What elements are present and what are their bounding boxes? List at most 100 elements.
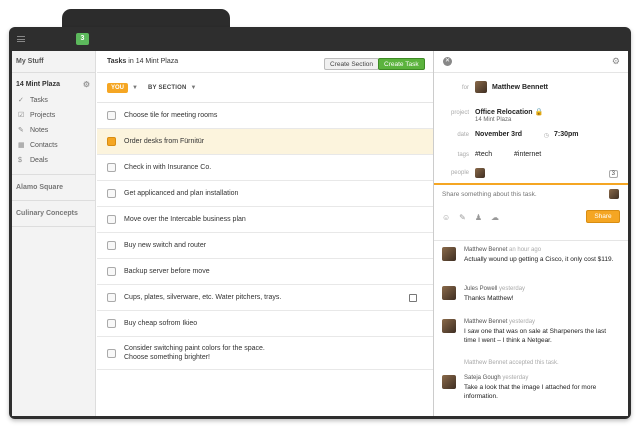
task-label: Move over the Intercable business plan [124, 216, 246, 223]
sidebar-item-label: Deals [30, 157, 48, 164]
emoticon-icon[interactable]: ☺ [442, 213, 450, 222]
people-label: people [450, 170, 469, 176]
task-row[interactable]: Move over the Intercable business plan [97, 207, 433, 233]
task-panel: Tasks in 14 Mint Plaza Create Section Cr… [97, 51, 433, 416]
project-label: project [450, 110, 469, 116]
task-row[interactable]: Get applicanced and plan installation [97, 181, 433, 207]
sidebar-item-deals[interactable]: $ Deals [12, 153, 95, 168]
chevron-down-icon[interactable]: ▼ [191, 85, 197, 91]
notification-badge[interactable]: 3 [76, 33, 89, 45]
group-by-filter[interactable]: BY SECTION [148, 85, 187, 91]
note-icon[interactable] [409, 294, 417, 302]
task-checkbox[interactable] [107, 189, 116, 198]
task-label: Buy cheap sofrom Ikieo [124, 320, 198, 327]
attachment-toolbar: ☺ ✎ ♟ ☁ [442, 213, 499, 222]
task-label: Order desks from Fürnitür [124, 138, 205, 145]
task-row[interactable]: Backup server before move [97, 259, 433, 285]
sidebar-my-stuff[interactable]: My Stuff [12, 51, 95, 73]
task-label: Consider switching paint colors for the … [124, 345, 265, 361]
dollar-icon: $ [18, 157, 22, 164]
date-value[interactable]: November 3rd [475, 131, 522, 138]
task-checkbox[interactable] [107, 293, 116, 302]
app-content: My Stuff 14 Mint Plaza ⚙ ✓ Tasks ☑ Proje… [12, 51, 628, 416]
task-detail-panel: ✕ ⚙ for Matthew Bennett project Office R… [433, 51, 628, 416]
task-label: Backup server before move [124, 268, 210, 275]
task-label: Choose tile for meeting rooms [124, 112, 218, 119]
top-bar: 3 [9, 27, 631, 51]
task-row[interactable]: Cups, plates, silverware, etc. Water pit… [97, 285, 433, 311]
task-checkbox[interactable] [107, 241, 116, 250]
avatar [609, 189, 619, 199]
avatar [442, 247, 456, 261]
time-value[interactable]: 7:30pm [554, 131, 579, 138]
people-count-badge[interactable]: 3 [608, 170, 618, 178]
sidebar-item-label: Projects [30, 112, 56, 119]
task-panel-header: Tasks in 14 Mint Plaza Create Section Cr… [97, 51, 433, 73]
chevron-down-icon[interactable]: ▼ [132, 85, 138, 91]
avatar [475, 168, 485, 178]
clock-icon: ◷ [543, 133, 549, 139]
sidebar-group-alamo-square[interactable]: Alamo Square [12, 175, 95, 201]
share-button[interactable]: Share [586, 210, 620, 223]
task-checkbox[interactable] [107, 319, 116, 328]
gear-icon[interactable]: ⚙ [612, 56, 620, 67]
menu-icon[interactable] [17, 36, 25, 42]
close-icon[interactable]: ✕ [443, 57, 452, 66]
task-row[interactable]: Buy cheap sofrom Ikieo [97, 311, 433, 337]
sidebar-item-notes[interactable]: ✎ Notes [12, 123, 95, 138]
paperclip-icon[interactable]: ✎ [459, 213, 466, 222]
create-task-button[interactable]: Create Task [378, 58, 425, 70]
tag[interactable]: #internet [514, 151, 541, 158]
date-label: date [457, 132, 469, 138]
assignee-name[interactable]: Matthew Bennett [492, 84, 548, 91]
sidebar-project[interactable]: 14 Mint Plaza ⚙ [12, 77, 95, 93]
task-checkbox[interactable] [107, 111, 116, 120]
sidebar-item-projects[interactable]: ☑ Projects [12, 108, 95, 123]
task-checkbox[interactable] [107, 348, 116, 358]
task-row[interactable]: Choose tile for meeting rooms [97, 103, 433, 129]
sidebar-item-label: Notes [30, 127, 49, 134]
task-checkbox[interactable] [107, 137, 116, 146]
contacts-icon: ▦ [18, 142, 25, 149]
page-title-project: in 14 Mint Plaza [128, 58, 179, 65]
gear-icon[interactable]: ⚙ [83, 77, 90, 93]
page-title-label: Tasks [107, 58, 127, 65]
comment-text: I saw one that was on sale at Sharpeners… [464, 328, 607, 344]
person-icon[interactable]: ♟ [475, 213, 482, 222]
task-checkbox[interactable] [107, 163, 116, 172]
comment-author: Matthew Bennet yesterday [464, 319, 536, 325]
cloud-icon[interactable]: ☁ [491, 213, 499, 222]
detail-header: ✕ ⚙ [434, 51, 628, 73]
checkbox-icon: ☑ [18, 112, 25, 119]
task-label: Cups, plates, silverware, etc. Water pit… [124, 294, 282, 301]
share-input[interactable] [442, 191, 592, 198]
task-info: for Matthew Bennett project Office Reloc… [434, 73, 628, 185]
pin-icon: ✎ [18, 127, 24, 134]
lock-icon: 🔒 [534, 109, 544, 116]
comment-author: Jules Powell yesterday [464, 286, 526, 292]
comment-author: Sateja Gough yesterday [464, 375, 529, 381]
create-section-button[interactable]: Create Section [324, 58, 379, 70]
check-icon: ✓ [18, 97, 24, 104]
comment-author: Matthew Bennet an hour ago [464, 247, 542, 253]
sidebar-item-tasks[interactable]: ✓ Tasks [12, 93, 95, 108]
project-name: Office Relocation [475, 109, 533, 116]
sidebar: My Stuff 14 Mint Plaza ⚙ ✓ Tasks ☑ Proje… [12, 51, 96, 416]
sidebar-group-culinary-concepts[interactable]: Culinary Concepts [12, 201, 95, 227]
assignee-filter[interactable]: YOU [107, 82, 129, 93]
folder-tab [62, 9, 230, 29]
task-checkbox[interactable] [107, 267, 116, 276]
project-value[interactable]: Office Relocation 🔒 14 Mint Plaza [475, 108, 543, 123]
page-title: Tasks in 14 Mint Plaza [107, 58, 178, 65]
task-row-selected[interactable]: Order desks from Fürnitür [97, 129, 433, 155]
task-row[interactable]: Check in with Insurance Co. [97, 155, 433, 181]
task-row[interactable]: Consider switching paint colors for the … [97, 337, 433, 370]
comment-text: Thanks Matthew! [464, 295, 514, 302]
sidebar-item-contacts[interactable]: ▦ Contacts [12, 138, 95, 153]
filter-bar: YOU ▼ BY SECTION ▼ [97, 73, 433, 103]
task-row[interactable]: Buy new switch and router [97, 233, 433, 259]
tag[interactable]: #tech [475, 151, 492, 158]
tags-label: tags [457, 152, 469, 158]
task-checkbox[interactable] [107, 215, 116, 224]
sidebar-item-label: Contacts [30, 142, 58, 149]
